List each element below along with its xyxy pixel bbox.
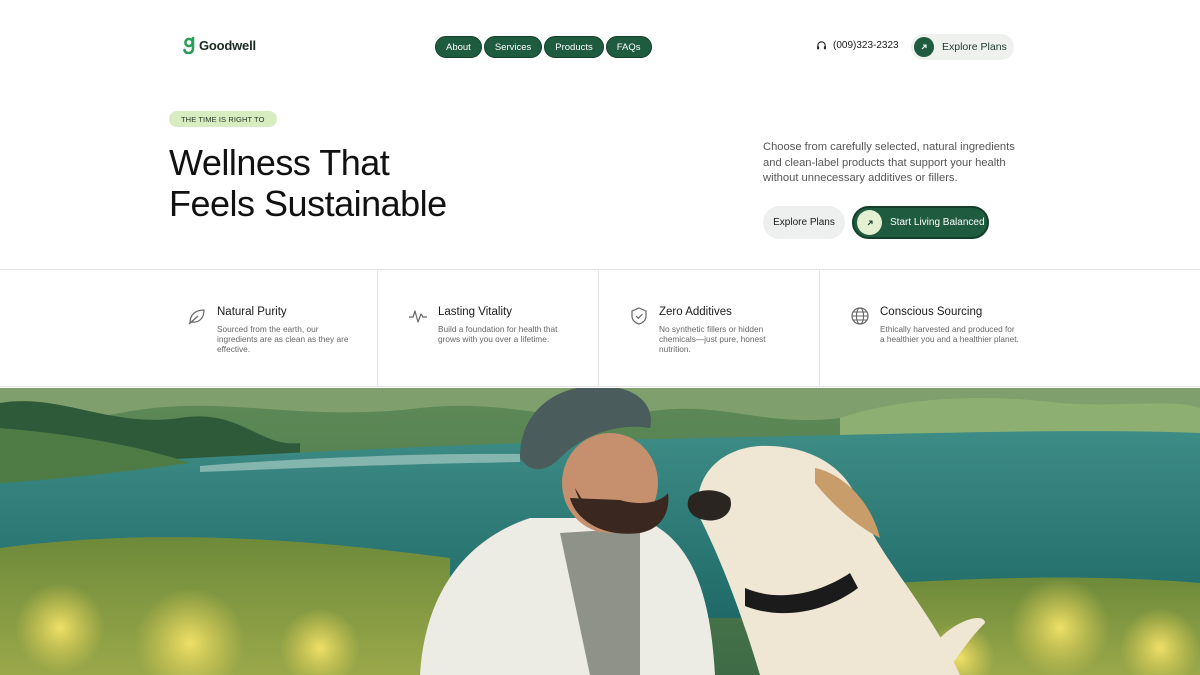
phone-number: (009)323-2323 [833, 40, 899, 51]
start-living-balanced-button[interactable]: Start Living Balanced [852, 206, 989, 239]
site-header: Goodwell About Services Products FAQs (0… [0, 0, 1200, 92]
feature-title: Natural Purity [217, 306, 287, 318]
feature-description: No synthetic fillers or hidden chemicals… [659, 324, 766, 355]
main-nav: About Services Products FAQs [435, 36, 652, 58]
headphones-icon [817, 41, 826, 50]
arrow-up-right-icon [857, 210, 882, 235]
nav-products[interactable]: Products [544, 36, 604, 58]
feature-zero-additives: Zero Additives No synthetic fillers or h… [599, 270, 820, 386]
feature-title: Conscious Sourcing [880, 306, 983, 318]
feature-description: Sourced from the earth, our ingredients … [217, 324, 349, 355]
nav-services[interactable]: Services [483, 36, 543, 58]
feature-title: Lasting Vitality [438, 306, 512, 318]
nav-about[interactable]: About [435, 36, 482, 58]
feature-title: Zero Additives [659, 306, 732, 318]
globe-icon [851, 307, 869, 325]
hero-title: Wellness That Feels Sustainable [169, 142, 589, 224]
features-strip: Natural Purity Sourced from the earth, o… [0, 269, 1200, 387]
pulse-icon [409, 310, 427, 323]
shield-check-icon [631, 307, 647, 325]
hero-badge: THE TIME IS RIGHT TO [169, 111, 277, 127]
brand-name: Goodwell [199, 37, 256, 53]
hero-title-line-1: Wellness That [169, 142, 390, 183]
hero-photo-illustration [0, 388, 1200, 675]
feature-description: Build a foundation for health that grows… [438, 324, 558, 345]
feature-conscious-sourcing: Conscious Sourcing Ethically harvested a… [820, 270, 1200, 386]
leaf-icon [188, 309, 205, 325]
logo-mark-icon [183, 36, 195, 54]
feature-description: Ethically harvested and produced for a h… [880, 324, 1019, 345]
header-explore-plans-button[interactable]: Explore Plans [911, 34, 1014, 60]
arrow-up-right-icon [914, 37, 934, 57]
phone-contact[interactable]: (009)323-2323 [816, 40, 899, 51]
header-cta-label: Explore Plans [942, 41, 1007, 53]
hero-photo-man-with-dog [0, 388, 1200, 675]
feature-natural-purity: Natural Purity Sourced from the earth, o… [0, 270, 378, 386]
feature-lasting-vitality: Lasting Vitality Build a foundation for … [378, 270, 599, 386]
start-button-label: Start Living Balanced [890, 217, 985, 228]
hero-title-line-2: Feels Sustainable [169, 183, 447, 224]
hero-description: Choose from carefully selected, natural … [763, 141, 1015, 184]
brand-logo[interactable]: Goodwell [183, 36, 256, 54]
nav-faqs[interactable]: FAQs [605, 36, 652, 58]
hero-explore-plans-button[interactable]: Explore Plans [763, 206, 845, 239]
